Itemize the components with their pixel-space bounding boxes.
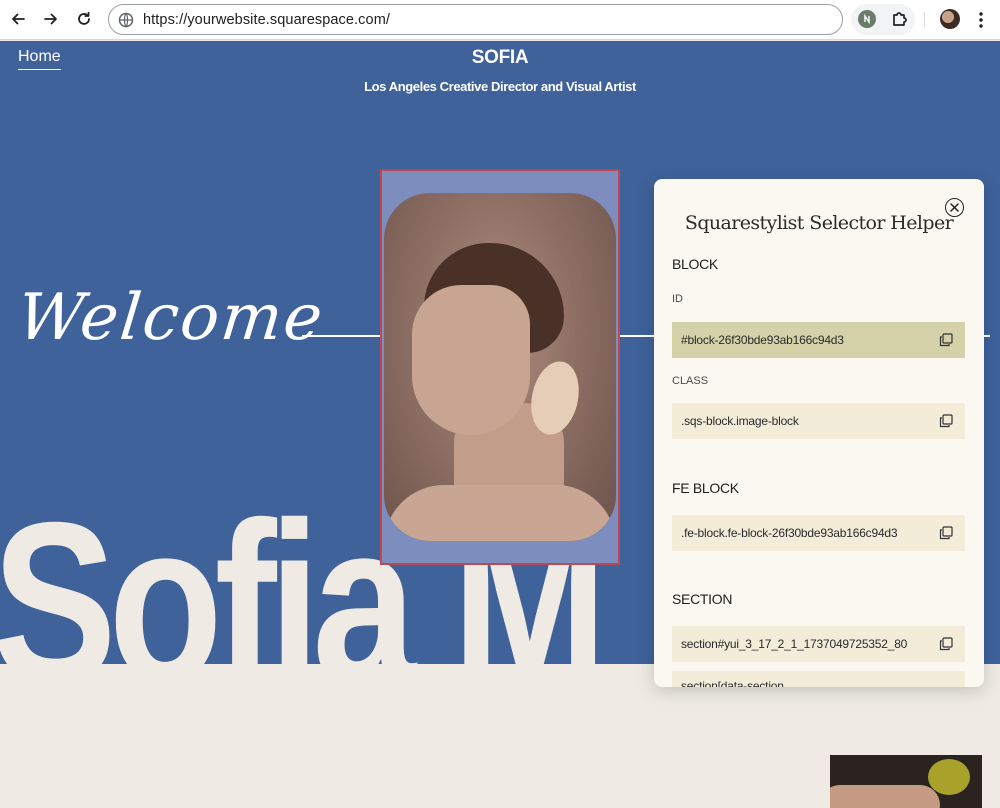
block-heading: BLOCK xyxy=(672,256,718,272)
back-arrow-icon[interactable] xyxy=(7,8,29,30)
site-title[interactable]: SOFIA xyxy=(0,47,1000,69)
class-label: CLASS xyxy=(672,375,709,387)
section-selector-row[interactable]: section#yui_3_17_2_1_1737049725352_80 xyxy=(672,626,965,662)
id-label: ID xyxy=(672,293,683,305)
forward-arrow-icon[interactable] xyxy=(40,8,62,30)
close-icon[interactable] xyxy=(945,198,964,217)
selected-image-block[interactable] xyxy=(380,169,620,565)
copy-icon[interactable] xyxy=(939,526,953,540)
section-data-selector-text: section[data-section xyxy=(681,679,784,687)
copy-icon[interactable] xyxy=(939,333,953,347)
toolbar-divider xyxy=(924,12,925,27)
selector-helper-panel: Squarestylist Selector Helper BLOCK ID #… xyxy=(654,179,984,687)
thumbnail-image[interactable] xyxy=(830,755,982,808)
section-selector-text: section#yui_3_17_2_1_1737049725352_80 xyxy=(681,637,908,651)
site-subtitle: Los Angeles Creative Director and Visual… xyxy=(364,79,636,94)
puzzle-icon[interactable] xyxy=(890,9,910,29)
class-selector-row[interactable]: .sqs-block.image-block xyxy=(672,403,965,439)
fe-block-selector-row[interactable]: .fe-block.fe-block-26f30bde93ab166c94d3 xyxy=(672,515,965,551)
profile-avatar[interactable] xyxy=(940,9,960,29)
section-heading: SECTION xyxy=(672,591,733,607)
copy-icon[interactable] xyxy=(939,414,953,428)
class-selector-text: .sqs-block.image-block xyxy=(681,414,799,428)
id-selector-text: #block-26f30bde93ab166c94d3 xyxy=(681,333,844,347)
copy-icon[interactable] xyxy=(939,637,953,651)
address-bar[interactable]: https://yourwebsite.squarespace.com/ xyxy=(108,4,843,35)
fe-block-selector-text: .fe-block.fe-block-26f30bde93ab166c94d3 xyxy=(681,526,898,540)
url-text: https://yourwebsite.squarespace.com/ xyxy=(143,12,390,28)
more-menu-icon[interactable] xyxy=(974,10,988,30)
extension-icon[interactable] xyxy=(858,10,876,28)
reload-icon[interactable] xyxy=(73,8,95,30)
panel-title: Squarestylist Selector Helper xyxy=(684,212,954,234)
divider-line-left xyxy=(302,335,382,337)
id-selector-row[interactable]: #block-26f30bde93ab166c94d3 xyxy=(672,322,965,358)
section-data-selector-row[interactable]: section[data-section xyxy=(672,671,965,687)
fe-block-heading: FE BLOCK xyxy=(672,480,739,496)
portrait-image xyxy=(384,193,616,541)
browser-toolbar: https://yourwebsite.squarespace.com/ xyxy=(0,0,1000,40)
site-info-icon[interactable] xyxy=(118,12,134,28)
welcome-script-heading: Welcome xyxy=(14,281,328,355)
